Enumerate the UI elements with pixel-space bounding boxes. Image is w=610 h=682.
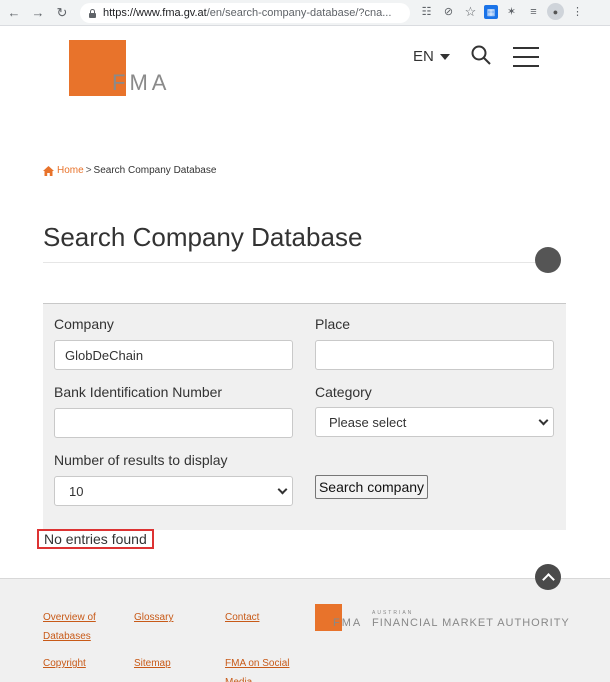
- lock-icon: [88, 8, 97, 18]
- footer-logo-austrian: AUSTRIAN: [372, 610, 414, 616]
- results-count-selected-value: 10: [69, 483, 84, 499]
- eye-off-icon[interactable]: ⊘: [440, 3, 457, 20]
- page-title: Search Company Database: [43, 222, 363, 252]
- hamburger-menu-icon[interactable]: [513, 47, 539, 67]
- more-vertical-icon[interactable]: ⋮: [569, 3, 586, 20]
- place-input[interactable]: [315, 340, 554, 370]
- breadcrumb-separator: >: [85, 165, 92, 176]
- footer-logo-fma: FMA: [333, 617, 363, 629]
- chevron-down-icon: [277, 484, 288, 495]
- floating-circle-button[interactable]: [535, 247, 561, 273]
- no-entries-message: No entries found: [37, 529, 154, 549]
- language-label: EN: [413, 48, 434, 65]
- back-to-top-button[interactable]: [535, 564, 561, 590]
- bin-label: Bank Identification Number: [54, 384, 223, 400]
- footer-link-social-media[interactable]: FMA on Social Media: [225, 654, 295, 682]
- search-icon[interactable]: [471, 45, 491, 65]
- star-icon[interactable]: ☆: [462, 3, 479, 20]
- results-count-select[interactable]: 10: [54, 476, 293, 506]
- footer-link-glossary[interactable]: Glossary: [134, 608, 173, 627]
- reading-list-icon[interactable]: ≡: [525, 3, 542, 20]
- url-path: /en/search-company-database/?cna...: [206, 7, 392, 19]
- results-count-label: Number of results to display: [54, 452, 228, 468]
- caret-down-icon: [439, 53, 450, 60]
- home-icon: [43, 165, 54, 176]
- company-label: Company: [54, 316, 114, 332]
- breadcrumb: Home > Search Company Database: [43, 165, 216, 176]
- footer-link-contact[interactable]: Contact: [225, 608, 259, 627]
- extension-icons: ☷ ⊘ ☆ ▦ ✶ ≡ ● ⋮: [418, 3, 586, 20]
- category-label: Category: [315, 384, 372, 400]
- category-selected-value: Please select: [329, 414, 407, 430]
- reload-icon[interactable]: ↻: [52, 3, 72, 23]
- place-label: Place: [315, 316, 351, 332]
- browser-toolbar: ← → ↻ https://www.fma.gv.at/en/search-co…: [0, 0, 610, 26]
- extension-app-icon[interactable]: ▦: [484, 5, 498, 19]
- puzzle-icon[interactable]: ✶: [503, 3, 520, 20]
- address-bar[interactable]: https://www.fma.gv.at/en/search-company-…: [80, 3, 410, 23]
- translate-icon[interactable]: ☷: [418, 3, 435, 20]
- forward-arrow-icon[interactable]: →: [28, 3, 48, 23]
- breadcrumb-current: Search Company Database: [93, 165, 217, 176]
- bin-input[interactable]: [54, 408, 293, 438]
- url-host: https://www.fma.gv.at: [103, 7, 207, 19]
- footer-logo-name: FINANCIAL MARKET AUTHORITY: [372, 617, 570, 629]
- company-input[interactable]: GlobDeChain: [54, 340, 293, 370]
- footer-link-overview-of-databases[interactable]: Overview of Databases: [43, 608, 123, 646]
- footer-link-copyright[interactable]: Copyright: [43, 654, 86, 673]
- title-divider: [43, 262, 543, 263]
- category-select[interactable]: Please select: [315, 407, 554, 437]
- search-company-button[interactable]: Search company: [315, 475, 428, 499]
- profile-avatar-icon[interactable]: ●: [547, 3, 564, 20]
- chevron-down-icon: [538, 415, 549, 426]
- company-input-value: GlobDeChain: [65, 347, 144, 363]
- breadcrumb-home-link[interactable]: Home: [57, 165, 84, 176]
- language-selector[interactable]: EN: [413, 48, 450, 65]
- back-arrow-icon[interactable]: ←: [4, 3, 24, 23]
- fma-logo-text[interactable]: FMA: [112, 70, 170, 96]
- footer-link-sitemap[interactable]: Sitemap: [134, 654, 171, 673]
